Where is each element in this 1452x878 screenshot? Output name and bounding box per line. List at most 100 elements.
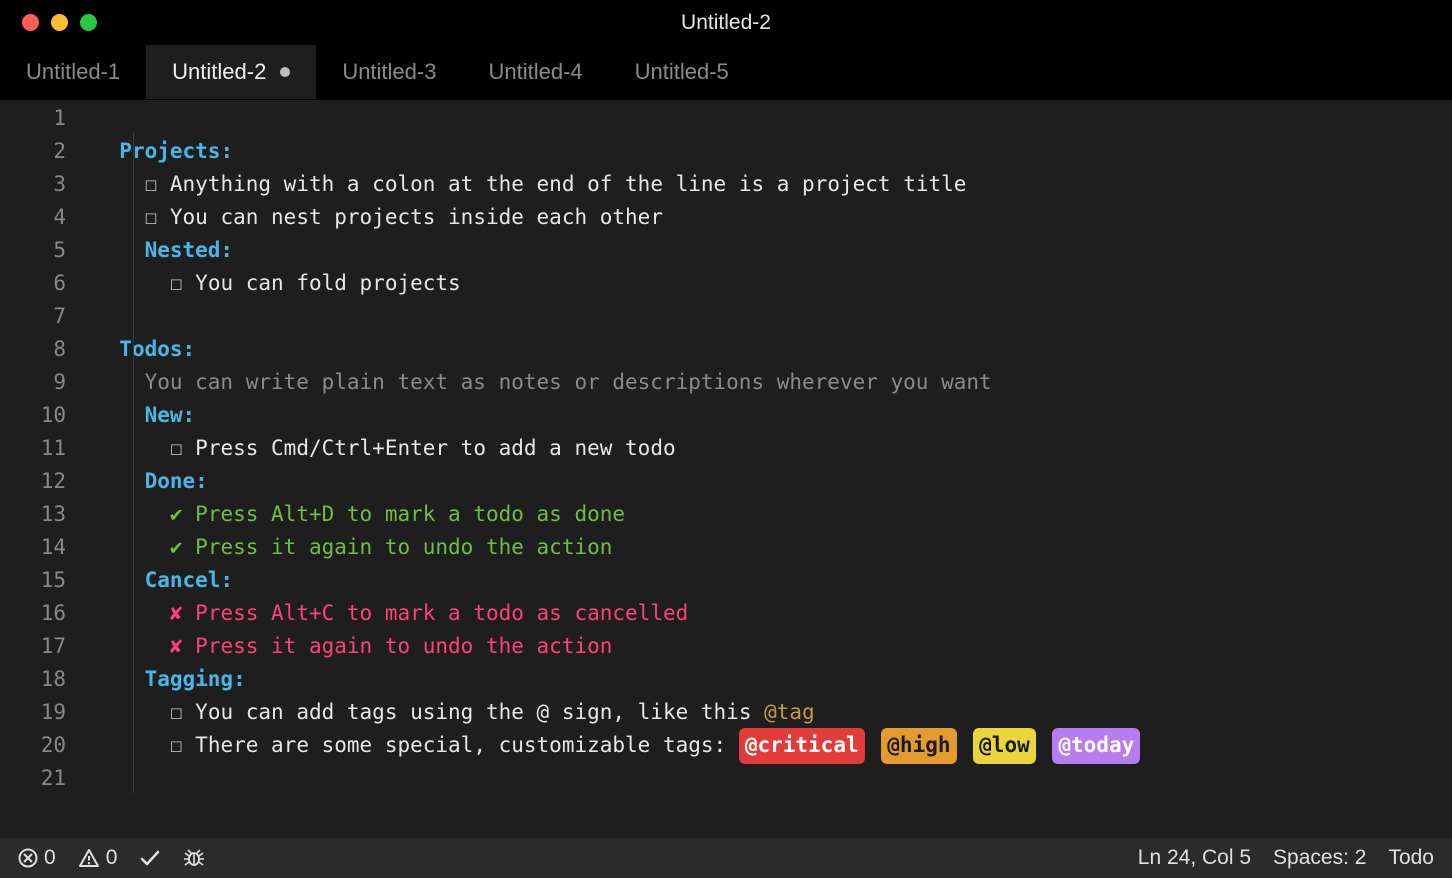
- code-line[interactable]: Projects:: [94, 135, 1452, 168]
- cancelled-text: Press Alt+C to mark a todo as cancelled: [195, 597, 688, 630]
- code-line[interactable]: Tagging:: [94, 663, 1452, 696]
- todo-text: You can add tags using the @ sign, like …: [195, 696, 764, 729]
- checkbox-icon: ☐: [145, 168, 158, 201]
- code-line[interactable]: ✘ Press it again to undo the action: [94, 630, 1452, 663]
- window-controls: [22, 14, 97, 31]
- cancelled-text: Press it again to undo the action: [195, 630, 612, 663]
- errors-indicator[interactable]: 0: [18, 846, 56, 870]
- tab-untitled-1[interactable]: Untitled-1: [0, 45, 146, 99]
- tag-critical: @critical: [739, 728, 865, 764]
- line-number: 2: [0, 135, 94, 168]
- tab-label: Untitled-5: [635, 59, 729, 85]
- checkbox-icon: ☐: [170, 696, 183, 729]
- code-line[interactable]: ☐ You can fold projects: [94, 267, 1452, 300]
- code-line[interactable]: Nested:: [94, 234, 1452, 267]
- code-line[interactable]: ✘ Press Alt+C to mark a todo as cancelle…: [94, 597, 1452, 630]
- line-number: 1: [0, 102, 94, 135]
- warning-icon: [78, 848, 100, 868]
- tag-text: @tag: [764, 696, 815, 729]
- code-line[interactable]: Done:: [94, 465, 1452, 498]
- todo-text: There are some special, customizable tag…: [195, 729, 739, 762]
- project-header: Projects:: [119, 135, 233, 168]
- indentation-selector[interactable]: Spaces: 2: [1273, 846, 1366, 870]
- line-number: 14: [0, 531, 94, 564]
- project-header: Cancel:: [145, 564, 234, 597]
- todo-text: Anything with a colon at the end of the …: [170, 168, 967, 201]
- editor[interactable]: 1 2 3 4 5 6 7 8 9 10 11 12 13 14 15 16 1…: [0, 100, 1452, 838]
- tab-untitled-3[interactable]: Untitled-3: [316, 45, 462, 99]
- code-line[interactable]: [94, 762, 1452, 795]
- line-number: 17: [0, 630, 94, 663]
- close-window-button[interactable]: [22, 14, 39, 31]
- code-line[interactable]: Cancel:: [94, 564, 1452, 597]
- dirty-indicator-icon: [280, 67, 290, 77]
- warnings-indicator[interactable]: 0: [78, 846, 118, 870]
- code-line[interactable]: New:: [94, 399, 1452, 432]
- todo-text: You can fold projects: [195, 267, 461, 300]
- line-number: 4: [0, 201, 94, 234]
- window-title: Untitled-2: [681, 11, 771, 35]
- cross-icon: ✘: [170, 597, 183, 630]
- project-header: Todos:: [119, 333, 195, 366]
- code-line[interactable]: ✔ Press Alt+D to mark a todo as done: [94, 498, 1452, 531]
- status-bar: 0 0 Ln 24, Col 5 Spaces: 2 Todo: [0, 838, 1452, 878]
- code-line[interactable]: ☐ Anything with a colon at the end of th…: [94, 168, 1452, 201]
- line-number: 6: [0, 267, 94, 300]
- line-number: 10: [0, 399, 94, 432]
- code-line[interactable]: ✔ Press it again to undo the action: [94, 531, 1452, 564]
- minimize-window-button[interactable]: [51, 14, 68, 31]
- tab-label: Untitled-1: [26, 59, 120, 85]
- todo-text: You can nest projects inside each other: [170, 201, 663, 234]
- tab-untitled-5[interactable]: Untitled-5: [609, 45, 755, 99]
- todo-text: Press Cmd/Ctrl+Enter to add a new todo: [195, 432, 675, 465]
- tag-high: @high: [881, 728, 956, 764]
- cross-icon: ✘: [170, 630, 183, 663]
- indent-guide: [133, 133, 134, 793]
- line-number: 16: [0, 597, 94, 630]
- line-number: 21: [0, 762, 94, 795]
- checkbox-icon: ☐: [170, 729, 183, 762]
- line-number: 3: [0, 168, 94, 201]
- sync-status[interactable]: [139, 849, 161, 867]
- checkbox-icon: ☐: [170, 267, 183, 300]
- code-line[interactable]: ☐ There are some special, customizable t…: [94, 729, 1452, 762]
- code-line[interactable]: ☐ You can add tags using the @ sign, lik…: [94, 696, 1452, 729]
- titlebar: Untitled-2: [0, 0, 1452, 45]
- line-number: 9: [0, 366, 94, 399]
- code-line[interactable]: [94, 300, 1452, 333]
- line-number: 8: [0, 333, 94, 366]
- line-number: 5: [0, 234, 94, 267]
- tab-label: Untitled-4: [488, 59, 582, 85]
- done-text: Press it again to undo the action: [195, 531, 612, 564]
- tab-bar: Untitled-1 Untitled-2 Untitled-3 Untitle…: [0, 45, 1452, 100]
- line-number: 20: [0, 729, 94, 762]
- maximize-window-button[interactable]: [80, 14, 97, 31]
- cursor-position[interactable]: Ln 24, Col 5: [1138, 846, 1251, 870]
- check-icon: ✔: [170, 498, 183, 531]
- line-number: 19: [0, 696, 94, 729]
- code-line[interactable]: ☐ Press Cmd/Ctrl+Enter to add a new todo: [94, 432, 1452, 465]
- tab-label: Untitled-2: [172, 59, 266, 85]
- language-mode[interactable]: Todo: [1388, 846, 1434, 870]
- errors-count: 0: [44, 846, 56, 870]
- tab-label: Untitled-3: [342, 59, 436, 85]
- check-icon: [139, 849, 161, 867]
- tab-untitled-4[interactable]: Untitled-4: [462, 45, 608, 99]
- line-number: 18: [0, 663, 94, 696]
- debug-indicator[interactable]: [183, 848, 205, 868]
- code-area[interactable]: Projects: ☐ Anything with a colon at the…: [94, 100, 1452, 838]
- line-number: 12: [0, 465, 94, 498]
- code-line[interactable]: Todos:: [94, 333, 1452, 366]
- project-header: Tagging:: [145, 663, 246, 696]
- line-number: 13: [0, 498, 94, 531]
- code-line[interactable]: You can write plain text as notes or des…: [94, 366, 1452, 399]
- error-icon: [18, 848, 38, 868]
- tag-low: @low: [973, 728, 1036, 764]
- tab-untitled-2[interactable]: Untitled-2: [146, 45, 316, 99]
- line-number-gutter: 1 2 3 4 5 6 7 8 9 10 11 12 13 14 15 16 1…: [0, 100, 94, 838]
- checkbox-icon: ☐: [170, 432, 183, 465]
- warnings-count: 0: [106, 846, 118, 870]
- note-text: You can write plain text as notes or des…: [145, 366, 992, 399]
- code-line[interactable]: ☐ You can nest projects inside each othe…: [94, 201, 1452, 234]
- code-line[interactable]: [94, 102, 1452, 135]
